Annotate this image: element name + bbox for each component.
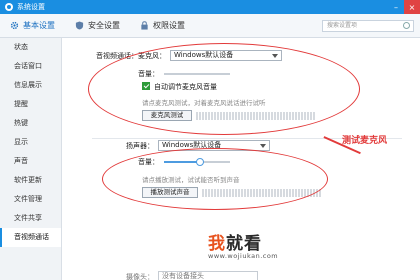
sidebar-item-hotkeys[interactable]: 热键 [0, 114, 61, 133]
tab-label: 权限设置 [153, 21, 185, 30]
app-logo-icon [5, 3, 13, 11]
annotation-ellipse-mic [88, 43, 360, 135]
speaker-label: 扬声器： [126, 142, 154, 150]
shield-icon [75, 21, 84, 30]
tab-security-settings[interactable]: 安全设置 [65, 14, 130, 38]
search-placeholder: 搜索设置项 [327, 22, 358, 29]
annotation-ellipse-speaker [102, 148, 328, 210]
sidebar-item-sound[interactable]: 声音 [0, 152, 61, 171]
watermark-char: 我 [208, 234, 226, 254]
sidebar-item-status[interactable]: 状态 [0, 38, 61, 57]
sidebar: 状态 会话窗口 信息展示 提醒 热键 显示 声音 软件更新 文件管理 文件共享 … [0, 38, 62, 280]
sidebar-item-reminder[interactable]: 提醒 [0, 95, 61, 114]
annotation-text: 测试麦克风 [342, 136, 388, 146]
sidebar-item-av-call[interactable]: 音视频通话 [0, 228, 61, 247]
gear-icon [10, 21, 19, 30]
tab-label: 基本设置 [23, 21, 55, 30]
sidebar-item-info-display[interactable]: 信息展示 [0, 76, 61, 95]
sidebar-item-file-management[interactable]: 文件管理 [0, 190, 61, 209]
close-button[interactable]: × [404, 0, 420, 14]
sidebar-item-software-update[interactable]: 软件更新 [0, 171, 61, 190]
camera-label: 摄像头： [126, 273, 154, 280]
camera-select-value: 没有设备接头 [162, 272, 204, 280]
watermark-url: www.wojiukan.com [208, 252, 279, 260]
settings-tabbar: 基本设置 安全设置 权限设置 搜索设置项 [0, 14, 420, 38]
window-title: 系统设置 [17, 3, 45, 11]
search-input[interactable]: 搜索设置项 [322, 20, 414, 32]
minimize-button[interactable]: – [388, 0, 404, 14]
watermark-text: 我就看 [208, 229, 278, 254]
sidebar-item-display[interactable]: 显示 [0, 133, 61, 152]
search-icon [403, 22, 410, 29]
tab-permission-settings[interactable]: 权限设置 [130, 14, 195, 38]
tab-basic-settings[interactable]: 基本设置 [0, 14, 65, 38]
camera-select[interactable]: 没有设备接头 [158, 271, 258, 280]
watermark-chars: 就看 [226, 234, 262, 254]
title-bar: 系统设置 – × [0, 0, 420, 14]
window-controls: – × [388, 0, 420, 14]
watermark: 我就看 www.wojiukan.com [208, 229, 278, 260]
tab-label: 安全设置 [88, 21, 120, 30]
sidebar-item-file-sharing[interactable]: 文件共享 [0, 209, 61, 228]
sidebar-item-chat-window[interactable]: 会话窗口 [0, 57, 61, 76]
lock-icon [141, 21, 148, 30]
chevron-down-icon [260, 144, 266, 148]
